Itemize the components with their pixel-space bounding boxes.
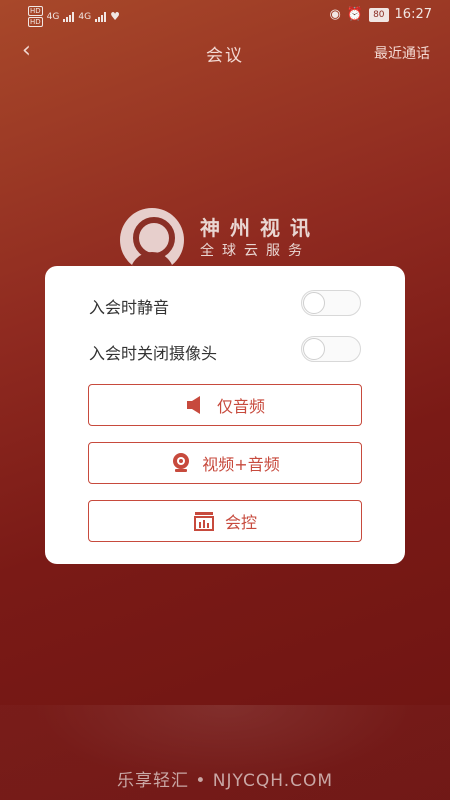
video-audio-button[interactable]: 视频+音频 <box>88 442 362 484</box>
camera-off-on-join-toggle[interactable] <box>301 336 361 362</box>
status-left: HD HD 4G 4G ♥ <box>28 6 120 27</box>
audio-only-button[interactable]: 仅音频 <box>88 384 362 426</box>
signal-icon <box>63 11 75 22</box>
signal-icon <box>95 11 107 22</box>
top-bar: ‹ 会议 最近通话 <box>0 32 450 72</box>
speaker-icon <box>185 394 207 416</box>
wifi-icon: ♥ <box>110 10 120 23</box>
hd-badge: HD <box>28 6 43 16</box>
network-type: 4G <box>78 11 92 22</box>
camera-off-on-join-row: 入会时关闭摄像头 <box>89 336 361 364</box>
alarm-icon: ⏰ <box>346 7 364 22</box>
status-right: ◉ ⏰ 80 16:27 <box>330 7 432 22</box>
webcam-icon <box>170 452 192 474</box>
hd-badge: HD <box>28 17 43 27</box>
mute-on-join-row: 入会时静音 <box>89 290 361 318</box>
brand-tagline: 全球云服务 <box>200 243 310 259</box>
network-type: 4G <box>46 11 60 22</box>
chart-icon <box>193 510 215 532</box>
brand-logo-group: 神州视讯 全球云服务 <box>120 208 360 272</box>
watermark: 乐享轻汇 • NJYCQH.COM <box>116 771 334 791</box>
brand-logo-icon <box>120 208 184 272</box>
meeting-control-label: 会控 <box>224 513 257 532</box>
recent-calls-link[interactable]: 最近通话 <box>374 43 430 63</box>
eye-icon: ◉ <box>329 7 341 22</box>
clock-time: 16:27 <box>394 7 432 22</box>
brand-name: 神州视讯 <box>200 216 320 240</box>
audio-only-label: 仅音频 <box>216 397 265 416</box>
battery-icon: 80 <box>369 7 389 22</box>
mute-on-join-toggle[interactable] <box>301 290 361 316</box>
meeting-control-button[interactable]: 会控 <box>88 500 362 542</box>
mute-on-join-label: 入会时静音 <box>89 298 170 317</box>
video-audio-label: 视频+音频 <box>202 455 280 474</box>
join-options-dialog: 入会时静音 入会时关闭摄像头 仅音频 视频+音频 会控 <box>45 266 405 564</box>
status-bar: HD HD 4G 4G ♥ ◉ ⏰ 80 16:27 <box>0 0 450 32</box>
camera-off-on-join-label: 入会时关闭摄像头 <box>89 344 218 363</box>
